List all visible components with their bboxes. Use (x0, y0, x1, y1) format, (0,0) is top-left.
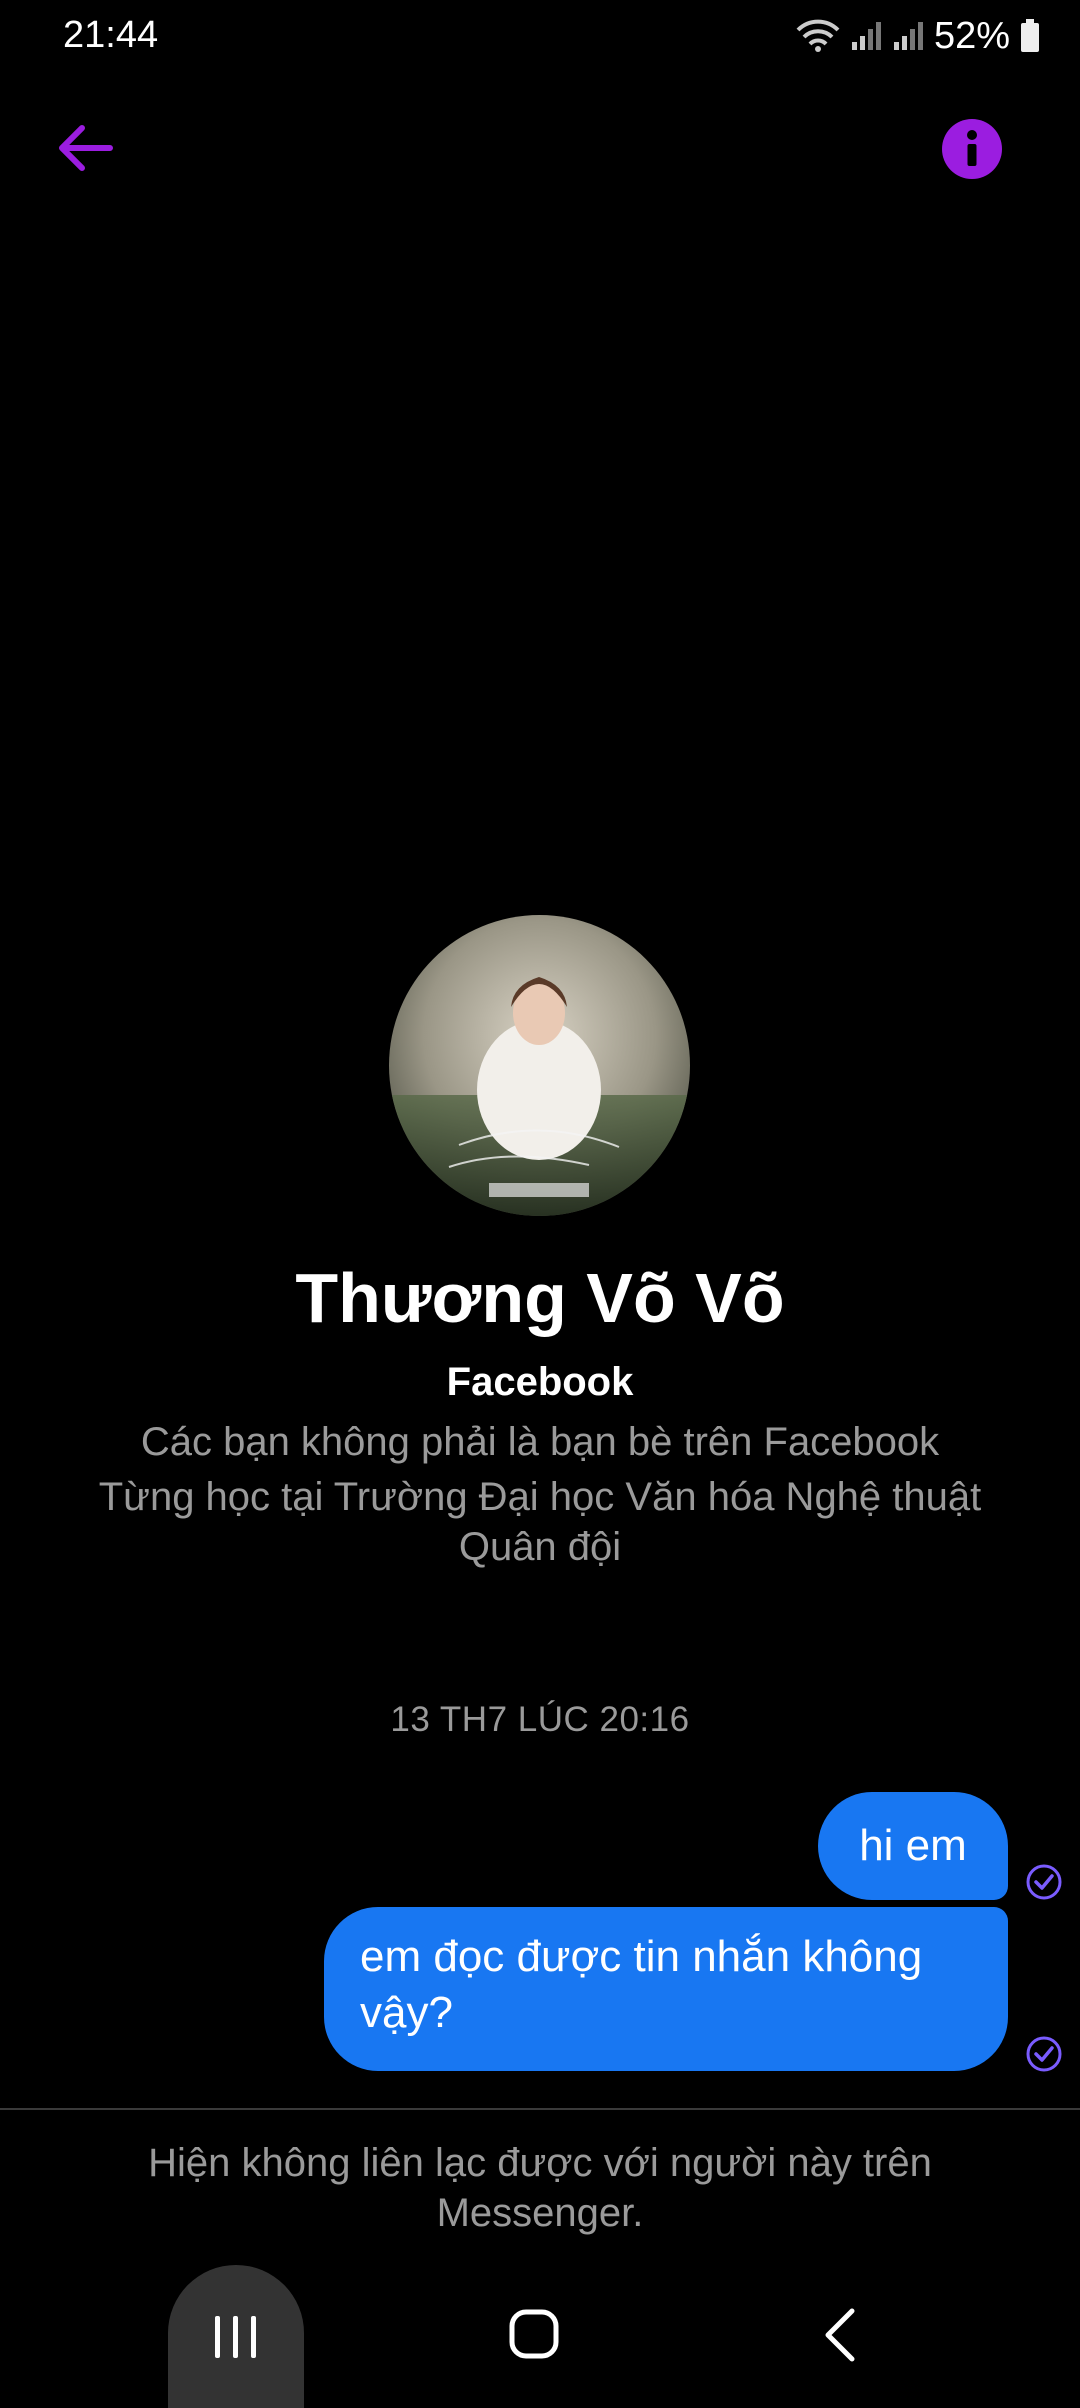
battery-percent: 52% (933, 14, 1010, 57)
message-text: hi em (859, 1821, 967, 1870)
wifi-icon (796, 18, 840, 54)
seen-check-icon (1026, 1864, 1062, 1900)
unavailable-notice: Hiện không liên lạc được với người này t… (148, 2141, 932, 2235)
nav-back-button[interactable] (820, 2305, 860, 2365)
status-time: 21:44 (63, 14, 159, 56)
home-button[interactable] (508, 2308, 560, 2360)
message-bubble[interactable]: em đọc được tin nhắn không vậy? (324, 1907, 1008, 2071)
recent-apps-button[interactable] (168, 2265, 304, 2408)
profile-name: Thương Võ Võ (295, 1259, 785, 1337)
home-icon (509, 2309, 559, 2359)
signal-icon (892, 20, 924, 52)
seen-check-icon (1026, 2036, 1062, 2072)
status-icons: 52% (796, 14, 1040, 58)
info-button[interactable] (941, 118, 1003, 180)
arrow-left-icon (59, 125, 113, 171)
message-bubble[interactable]: hi em (818, 1792, 1008, 1900)
info-icon (942, 119, 1002, 179)
signal-icon (850, 20, 882, 52)
back-icon (825, 2308, 855, 2362)
recent-apps-icon (215, 2315, 256, 2358)
friend-status-text: Các bạn không phải là bạn bè trên Facebo… (140, 1420, 940, 1464)
education-text: Từng học tại Trường Đại học Văn hóa Nghệ… (98, 1475, 982, 1569)
divider (0, 2108, 1080, 2110)
status-bar: 21:44 52% (0, 0, 1080, 72)
profile-source: Facebook (446, 1360, 634, 1404)
message-text: em đọc được tin nhắn không vậy? (360, 1932, 923, 2037)
messenger-screen: 21:44 52% Thương Võ Võ Facebook Các bạn … (0, 0, 1080, 2408)
back-button[interactable] (50, 118, 118, 178)
message-timestamp: 13 TH7 LÚC 20:16 (390, 1700, 690, 1739)
battery-icon (1020, 19, 1040, 53)
avatar[interactable] (389, 915, 690, 1216)
